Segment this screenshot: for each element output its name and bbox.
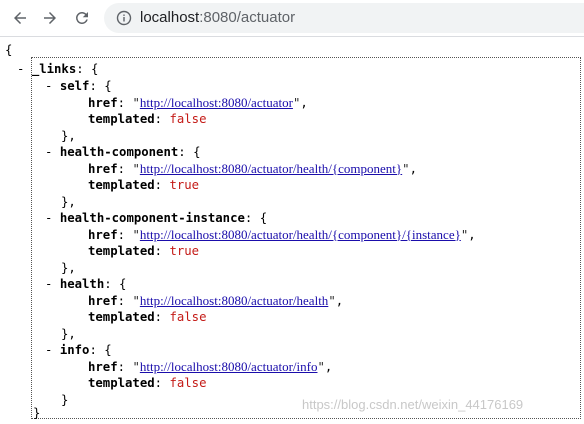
templated-value: false — [169, 376, 207, 390]
links-key: _links — [31, 62, 77, 76]
collapse-toggle[interactable]: - — [17, 62, 32, 76]
href-key: href — [88, 161, 118, 176]
url-text[interactable]: localhost:8080/actuator — [140, 9, 295, 27]
templated-key: templated — [88, 178, 155, 192]
templated-key: templated — [88, 112, 155, 126]
entry-key: self — [59, 79, 90, 93]
entry-close-line: }, — [61, 260, 76, 275]
reload-icon — [76, 11, 88, 24]
entry-close-line: }, — [61, 128, 76, 143]
templated-key: templated — [88, 376, 155, 390]
entry-name-line: - health-component-instance: { — [45, 211, 268, 225]
entry-name-line: - info: { — [45, 343, 112, 357]
collapse-toggle[interactable]: - — [45, 211, 60, 225]
links-line: - _links: { — [17, 62, 99, 76]
templated-line: templated: true — [88, 244, 200, 258]
url-path: :8080/actuator — [199, 9, 296, 26]
href-line: href: "http://localhost:8080/actuator/in… — [88, 358, 333, 374]
collapse-toggle[interactable]: - — [45, 79, 60, 93]
templated-line: templated: true — [88, 178, 200, 192]
href-line: href: "http://localhost:8080/actuator/he… — [88, 226, 476, 242]
entry-key: health — [59, 277, 105, 291]
href-link[interactable]: http://localhost:8080/actuator/health/{c… — [140, 227, 461, 242]
href-key: href — [88, 227, 118, 242]
href-key: href — [88, 359, 118, 374]
href-link[interactable]: http://localhost:8080/actuator — [140, 95, 293, 110]
href-line: href: "http://localhost:8080/actuator/he… — [88, 160, 417, 176]
href-key: href — [88, 95, 118, 110]
entry-close-line: } — [61, 392, 69, 407]
back-button[interactable] — [8, 6, 32, 30]
browser-toolbar: localhost:8080/actuator — [0, 0, 584, 37]
href-link[interactable]: http://localhost:8080/actuator/health — [140, 293, 328, 308]
collapse-toggle[interactable]: - — [45, 277, 60, 291]
templated-line: templated: false — [88, 310, 207, 324]
json-close-brace: } — [33, 406, 41, 420]
reload-button[interactable] — [70, 6, 94, 30]
href-line: href: "http://localhost:8080/actuator", — [88, 94, 308, 110]
templated-value: false — [169, 112, 207, 126]
back-arrow-icon — [14, 12, 26, 24]
templated-value: true — [169, 178, 200, 192]
collapse-toggle[interactable]: - — [45, 145, 60, 159]
json-open-brace: { — [5, 43, 13, 57]
url-host: localhost — [140, 9, 200, 26]
entry-name-line: - health: { — [45, 277, 127, 291]
href-key: href — [88, 293, 118, 308]
href-link[interactable]: http://localhost:8080/actuator/health/{c… — [140, 161, 402, 176]
info-icon[interactable] — [116, 10, 132, 26]
collapse-toggle[interactable]: - — [45, 343, 60, 357]
entry-key: health-component — [59, 145, 179, 159]
href-line: href: "http://localhost:8080/actuator/he… — [88, 292, 344, 308]
templated-line: templated: false — [88, 112, 207, 126]
entry-key: info — [59, 343, 90, 357]
href-link[interactable]: http://localhost:8080/actuator/info — [140, 359, 318, 374]
entry-close-line: }, — [61, 326, 76, 341]
entry-name-line: - health-component: { — [45, 145, 201, 159]
forward-button[interactable] — [38, 6, 62, 30]
json-viewer: { - _links: { - self: {href: "http://loc… — [0, 37, 584, 424]
templated-value: true — [169, 244, 200, 258]
entry-key: health-component-instance — [59, 211, 245, 225]
templated-key: templated — [88, 310, 155, 324]
templated-line: templated: false — [88, 376, 207, 390]
templated-key: templated — [88, 244, 155, 258]
entry-close-line: }, — [61, 194, 76, 209]
templated-value: false — [169, 310, 207, 324]
entry-name-line: - self: { — [45, 79, 112, 93]
address-bar[interactable]: localhost:8080/actuator — [104, 3, 584, 33]
forward-arrow-icon — [44, 12, 56, 24]
watermark: https://blog.csdn.net/weixin_44176169 — [302, 397, 524, 412]
